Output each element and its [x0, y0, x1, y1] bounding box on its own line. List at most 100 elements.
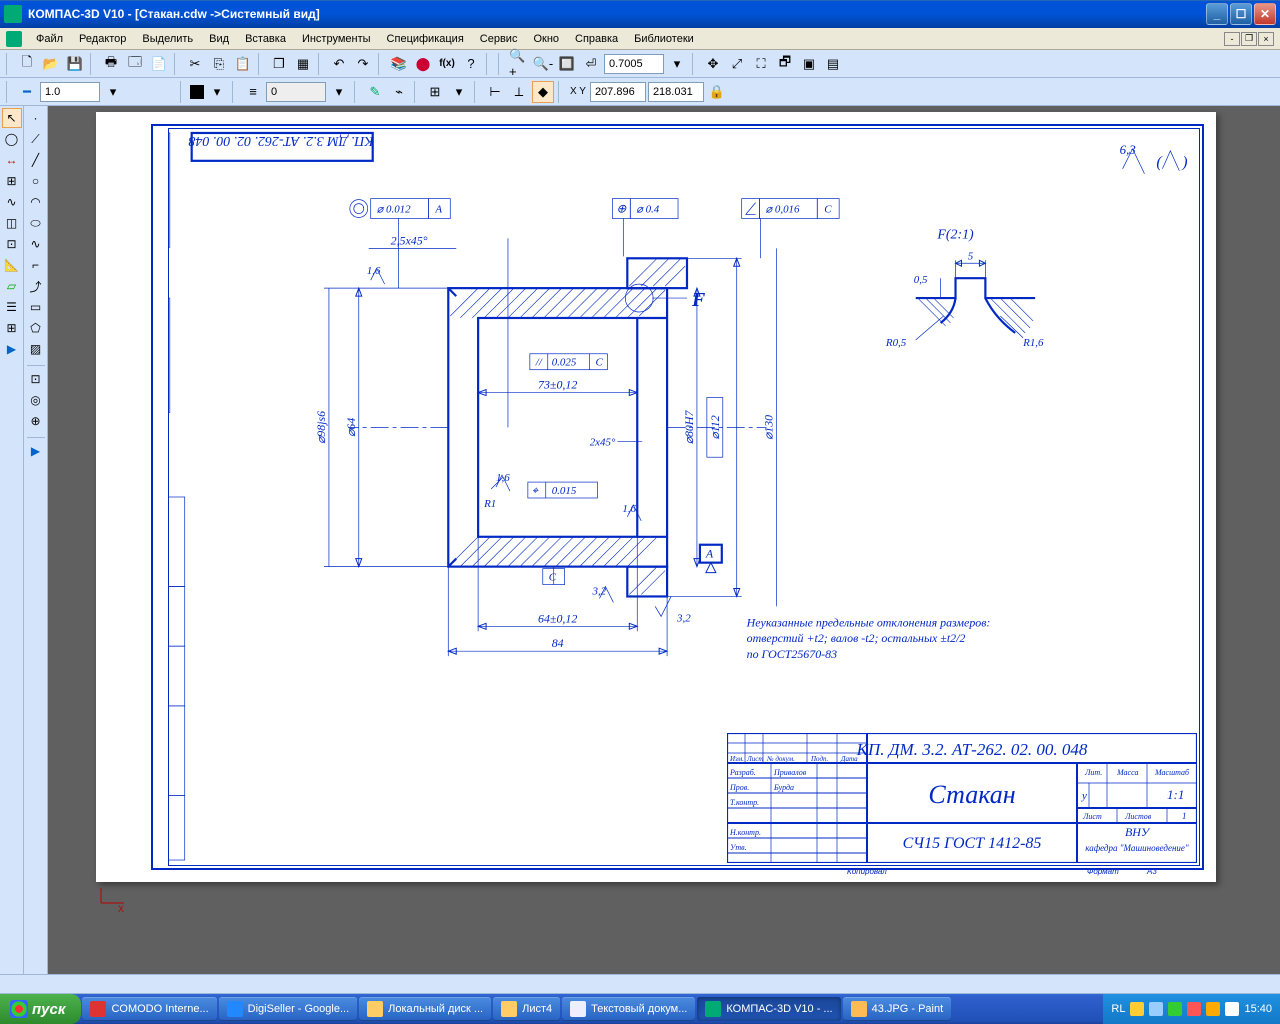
- line-style-button[interactable]: ━: [16, 81, 38, 103]
- circle-tool[interactable]: ○: [26, 171, 46, 191]
- task-digiseller[interactable]: DigiSeller - Google...: [219, 997, 358, 1021]
- ellipse-tool[interactable]: ⬭: [26, 213, 46, 233]
- snap1-button[interactable]: ⊢: [484, 81, 506, 103]
- open-file-button[interactable]: 📂: [40, 53, 62, 75]
- tray-icon[interactable]: [1130, 1002, 1144, 1016]
- copy-button[interactable]: ⎘: [208, 53, 230, 75]
- menu-spec[interactable]: Спецификация: [379, 31, 472, 47]
- equid-tool[interactable]: ◎: [26, 390, 46, 410]
- view2-button[interactable]: ▤: [822, 53, 844, 75]
- tile-button[interactable]: ▦: [292, 53, 314, 75]
- tray-icon[interactable]: [1225, 1002, 1239, 1016]
- menu-file[interactable]: Файл: [28, 31, 71, 47]
- spline-tool[interactable]: ∿: [26, 234, 46, 254]
- contour-tool[interactable]: ⊡: [26, 369, 46, 389]
- close-button[interactable]: ✕: [1254, 3, 1276, 25]
- zoom-input[interactable]: [604, 54, 664, 74]
- tray-icon[interactable]: [1187, 1002, 1201, 1016]
- task-textdoc[interactable]: Текстовый докум...: [562, 997, 695, 1021]
- minimize-button[interactable]: _: [1206, 3, 1228, 25]
- menu-editor[interactable]: Редактор: [71, 31, 134, 47]
- cursor-tool[interactable]: ↖: [2, 108, 22, 128]
- lw-dropdown[interactable]: ▾: [102, 81, 124, 103]
- menu-tools[interactable]: Инструменты: [294, 31, 379, 47]
- magnet-button[interactable]: ⬤: [412, 53, 434, 75]
- rect-tool[interactable]: ▭: [26, 297, 46, 317]
- aux-line-tool[interactable]: ╱: [26, 150, 46, 170]
- colors-button[interactable]: ▾: [206, 81, 228, 103]
- zoom-prev-button[interactable]: ⏎: [580, 53, 602, 75]
- snap2-button[interactable]: ⟂: [508, 81, 530, 103]
- line-weight-input[interactable]: [40, 82, 100, 102]
- help-button[interactable]: ?: [460, 53, 482, 75]
- system-tray[interactable]: RL 15:40: [1103, 994, 1280, 1024]
- task-kompas[interactable]: КОМПАС-3D V10 - ...: [697, 997, 840, 1021]
- param-tool-icon[interactable]: ⊡: [2, 234, 22, 254]
- dim-tool-icon[interactable]: ↔: [2, 150, 22, 170]
- coord-lock-button[interactable]: 🔒: [706, 81, 728, 103]
- hatch-tool[interactable]: ▨: [26, 339, 46, 359]
- paste-button[interactable]: 📋: [232, 53, 254, 75]
- coord-x-input[interactable]: [590, 82, 646, 102]
- menu-window[interactable]: Окно: [525, 31, 567, 47]
- doc-minimize-button[interactable]: -: [1224, 32, 1240, 46]
- arc-tool[interactable]: ◠: [26, 192, 46, 212]
- snap3-button[interactable]: ◆: [532, 81, 554, 103]
- menu-service[interactable]: Сервис: [472, 31, 526, 47]
- brush-button[interactable]: ✎: [364, 81, 386, 103]
- print-queue-button[interactable]: 📄: [148, 53, 170, 75]
- task-comodo[interactable]: COMODO Interne...: [82, 997, 216, 1021]
- more2-icon[interactable]: ▶: [2, 339, 22, 359]
- preview-button[interactable]: 🗔: [124, 53, 146, 75]
- undo-button[interactable]: ↶: [328, 53, 350, 75]
- measure-tool-icon[interactable]: 📐: [2, 255, 22, 275]
- zoom-window-button[interactable]: 🔲: [556, 53, 578, 75]
- bezier-tool[interactable]: ⤴: [26, 276, 46, 296]
- text-tool-icon[interactable]: ⊞: [2, 171, 22, 191]
- zoom-dropdown[interactable]: ▾: [666, 53, 688, 75]
- poly-tool[interactable]: ⬠: [26, 318, 46, 338]
- redraw-button[interactable]: 🗗: [774, 53, 796, 75]
- pan-button[interactable]: ✥: [702, 53, 724, 75]
- layer-dropdown[interactable]: ▾: [328, 81, 350, 103]
- doc-close-button[interactable]: ×: [1258, 32, 1274, 46]
- menu-view[interactable]: Вид: [201, 31, 237, 47]
- zoom-out-button[interactable]: 🔍-: [532, 53, 554, 75]
- task-paint[interactable]: 43.JPG - Paint: [843, 997, 952, 1021]
- collect-tool[interactable]: ⊕: [26, 411, 46, 431]
- expand-icon[interactable]: ▶: [26, 441, 46, 461]
- task-localdisk[interactable]: Локальный диск ...: [359, 997, 491, 1021]
- select-tool-icon[interactable]: ▱: [2, 276, 22, 296]
- view1-button[interactable]: ▣: [798, 53, 820, 75]
- lang-indicator[interactable]: RL: [1111, 1003, 1125, 1015]
- library-button[interactable]: 📚: [388, 53, 410, 75]
- maximize-button[interactable]: ☐: [1230, 3, 1252, 25]
- menu-help[interactable]: Справка: [567, 31, 626, 47]
- color-swatch[interactable]: [190, 85, 204, 99]
- tray-icon[interactable]: [1206, 1002, 1220, 1016]
- cut-button[interactable]: ✂: [184, 53, 206, 75]
- new-file-button[interactable]: 🗋: [16, 53, 38, 75]
- menu-select[interactable]: Выделить: [134, 31, 201, 47]
- tray-icon[interactable]: [1149, 1002, 1163, 1016]
- point-tool[interactable]: ·: [26, 108, 46, 128]
- start-button[interactable]: пуск: [0, 994, 81, 1024]
- task-list4[interactable]: Лист4: [493, 997, 560, 1021]
- rotate-button[interactable]: ⤢: [726, 53, 748, 75]
- redo-button[interactable]: ↷: [352, 53, 374, 75]
- ortho-icon[interactable]: ⊞: [424, 81, 446, 103]
- drawing-canvas[interactable]: КП. ДМ 3.2. АТ-262. 02. 00. 048: [48, 106, 1280, 974]
- print-button[interactable]: 🖶: [100, 53, 122, 75]
- save-button[interactable]: 💾: [64, 53, 86, 75]
- coord-y-input[interactable]: [648, 82, 704, 102]
- fillet-tool[interactable]: ⌐: [26, 255, 46, 275]
- layers-icon[interactable]: ≡: [242, 81, 264, 103]
- menu-insert[interactable]: Вставка: [237, 31, 294, 47]
- spec-tool-icon[interactable]: ☰: [2, 297, 22, 317]
- rough-tool-icon[interactable]: ∿: [2, 192, 22, 212]
- zoom-in-button[interactable]: 🔍+: [508, 53, 530, 75]
- more1-icon[interactable]: ⊞: [2, 318, 22, 338]
- layer-input[interactable]: [266, 82, 326, 102]
- line-tool[interactable]: ⟋: [26, 129, 46, 149]
- clock[interactable]: 15:40: [1244, 1003, 1272, 1015]
